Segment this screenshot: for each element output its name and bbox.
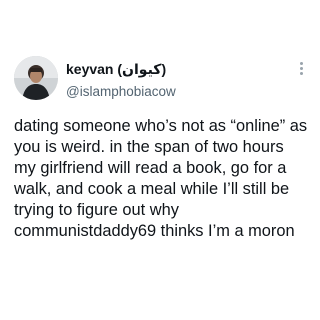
tweet-card: keyvan (کیوان) @islamphobiacow dating so… bbox=[0, 0, 320, 320]
dot-icon bbox=[300, 67, 303, 70]
avatar[interactable] bbox=[14, 56, 58, 100]
dot-icon bbox=[300, 62, 303, 65]
avatar-image bbox=[14, 56, 58, 100]
display-name[interactable]: keyvan (کیوان) bbox=[66, 61, 166, 78]
user-handle[interactable]: @islamphobiacow bbox=[66, 84, 176, 99]
dot-icon bbox=[300, 72, 303, 75]
tweet-text: dating someone who’s not as “online” as … bbox=[14, 117, 308, 240]
more-options-icon[interactable] bbox=[300, 62, 304, 78]
